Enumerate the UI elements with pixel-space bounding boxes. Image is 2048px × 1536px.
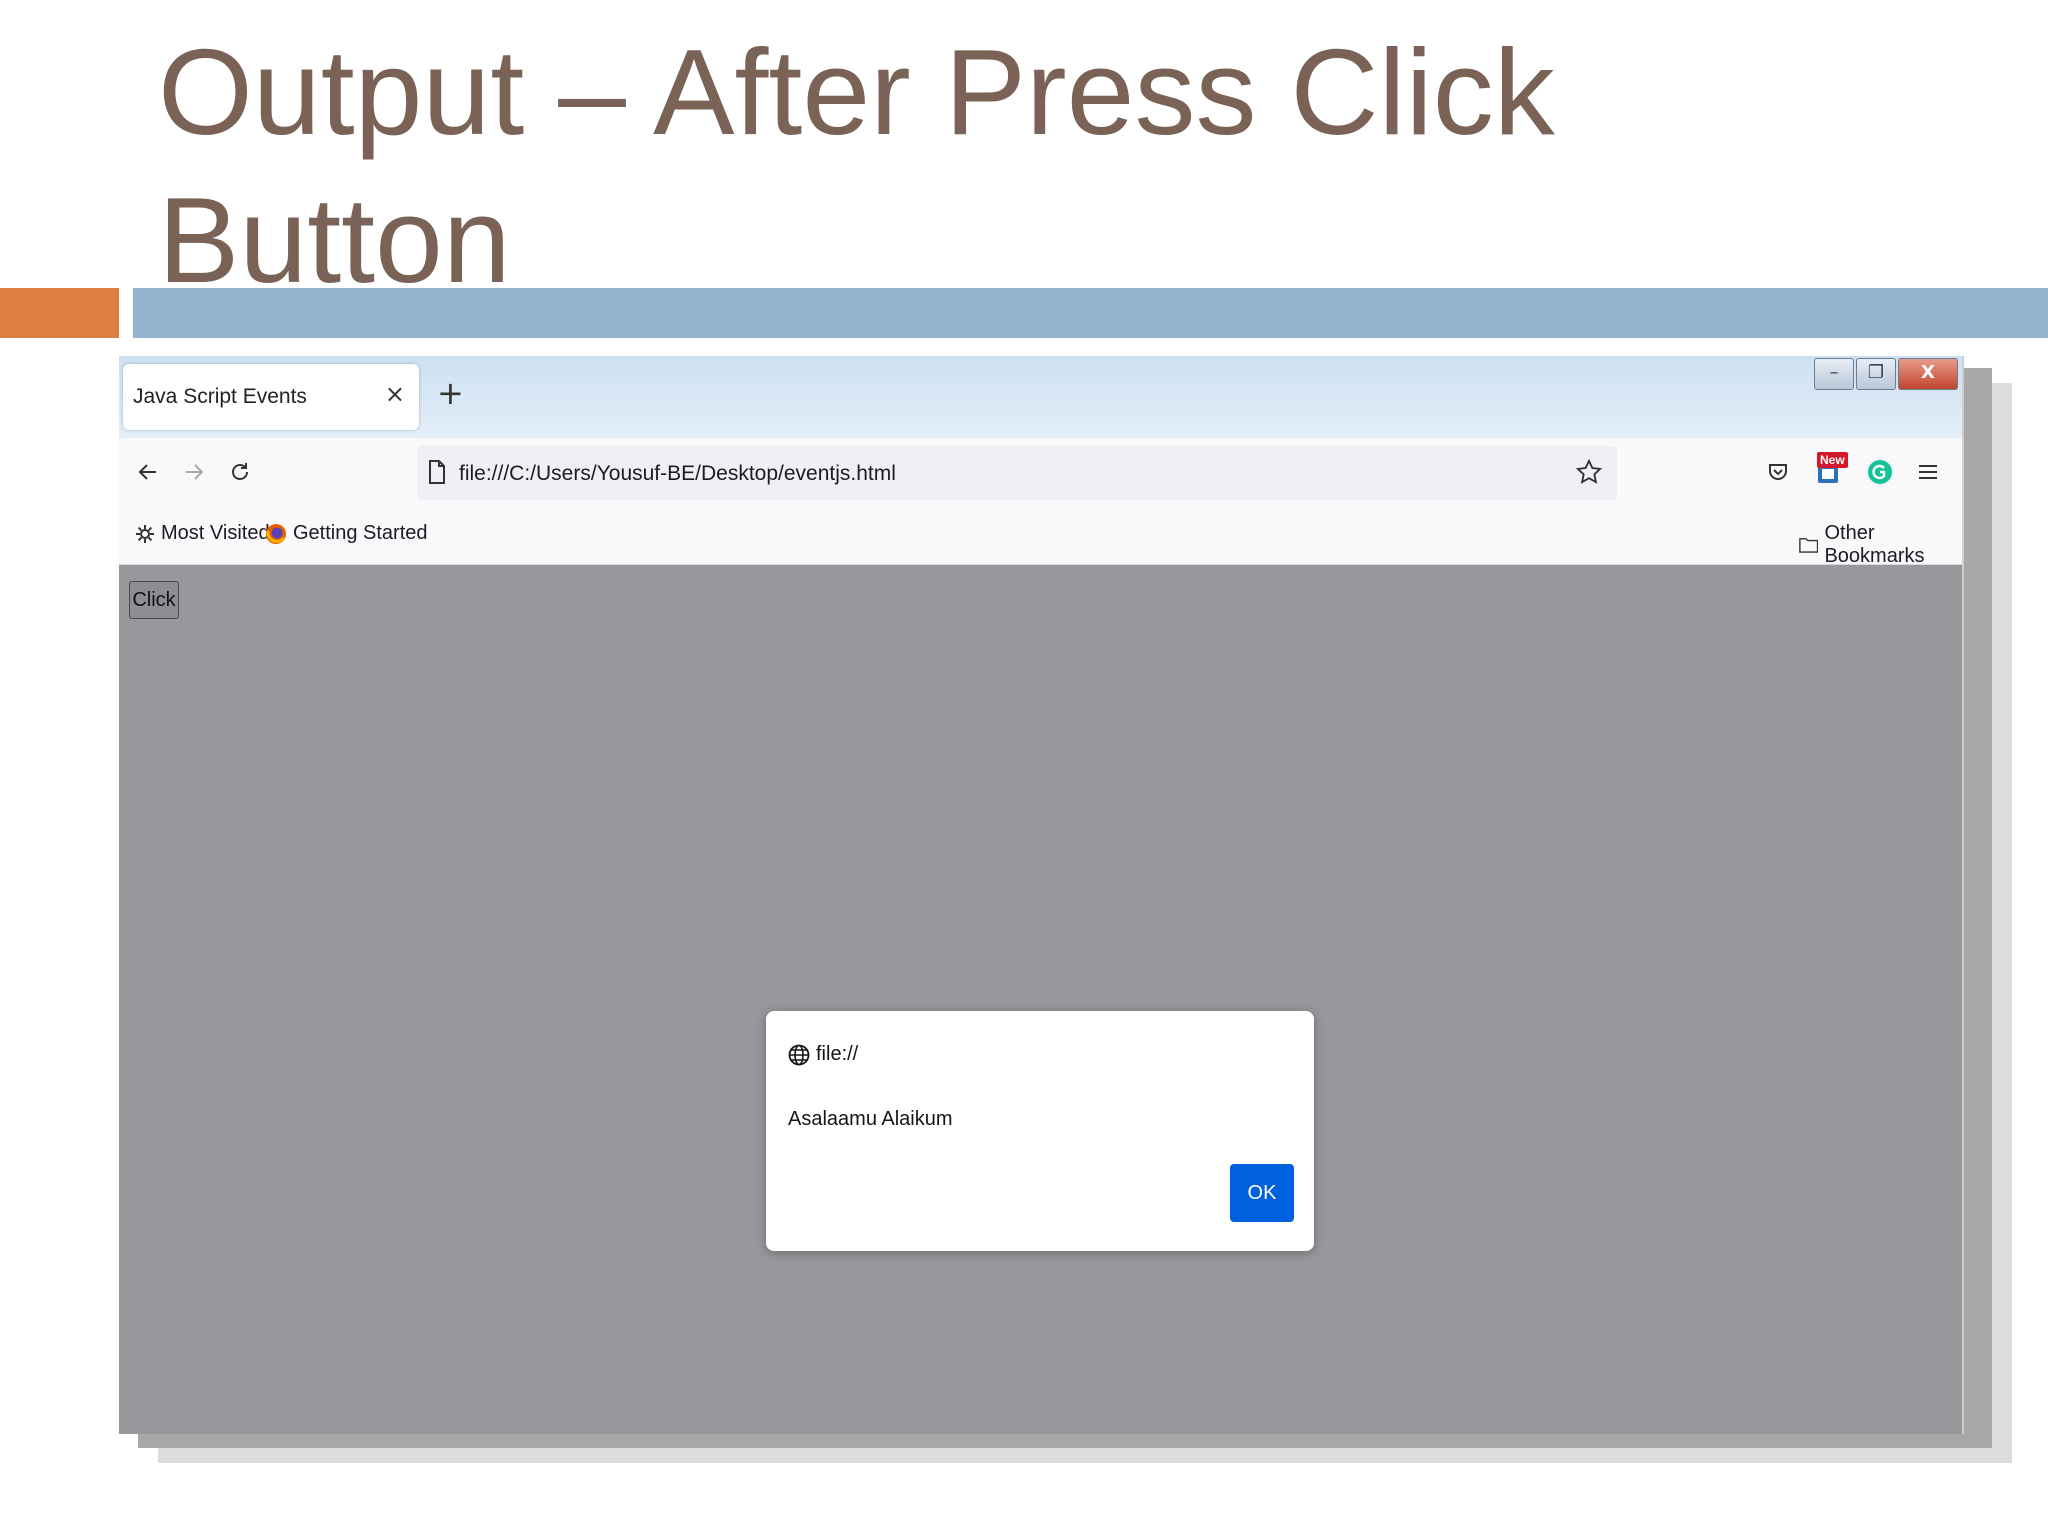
extension-button[interactable]: New	[1811, 452, 1848, 492]
bookmark-other-bookmarks[interactable]: Other Bookmarks	[1799, 522, 1962, 568]
bookmark-label: Getting Started	[293, 522, 428, 544]
new-tab-button[interactable]: +	[437, 376, 464, 410]
dialog-origin-text: file://	[816, 1043, 859, 1065]
alert-dialog: file:// Asalaamu Alaikum OK	[766, 1011, 1314, 1251]
gear-icon	[136, 524, 154, 543]
slide-title: Output – After Press Click Button	[158, 24, 1555, 308]
arrow-left-icon	[138, 464, 156, 480]
tab-title: Java Script Events	[133, 385, 307, 408]
menu-button[interactable]	[1911, 452, 1945, 492]
click-button[interactable]: Click	[129, 581, 179, 619]
close-window-button[interactable]: X	[1898, 358, 1958, 390]
menu-icon	[1919, 465, 1937, 479]
bookmark-most-visited[interactable]: Most Visited	[135, 522, 270, 545]
firefox-icon	[266, 523, 286, 544]
pocket-icon	[1769, 464, 1787, 480]
globe-icon	[788, 1044, 810, 1065]
new-badge: New	[1817, 452, 1848, 468]
reload-button[interactable]	[223, 452, 257, 492]
bookmark-label: Other Bookmarks	[1824, 522, 1925, 567]
minimize-button[interactable]: –	[1814, 358, 1854, 390]
tab-close-icon[interactable]: ×	[385, 380, 405, 408]
dialog-origin: file://	[788, 1043, 858, 1066]
browser-window: – ❐ X Java Script Events × + file:///C:/…	[119, 356, 1964, 1434]
pocket-button[interactable]	[1761, 452, 1795, 492]
accent-bar-blue	[133, 288, 2048, 338]
arrow-right-icon	[186, 464, 204, 480]
bookmarks-toolbar: Most Visited Getting Started Other Bookm…	[119, 508, 1962, 568]
window-controls: – ❐ X	[1814, 358, 1958, 390]
ok-button[interactable]: OK	[1230, 1164, 1294, 1222]
bookmark-star-icon[interactable]	[1575, 458, 1603, 486]
page-icon	[429, 460, 445, 484]
grammarly-icon	[1868, 460, 1892, 484]
title-bar: – ❐ X Java Script Events × +	[119, 356, 1962, 438]
folder-icon	[1799, 538, 1819, 553]
bookmark-getting-started[interactable]: Getting Started	[265, 522, 428, 545]
restore-button[interactable]: ❐	[1856, 358, 1896, 390]
url-text: file:///C:/Users/Yousuf-BE/Desktop/event…	[459, 462, 896, 485]
back-button[interactable]	[131, 452, 165, 492]
forward-button[interactable]	[177, 452, 211, 492]
navigation-toolbar: file:///C:/Users/Yousuf-BE/Desktop/event…	[119, 438, 1962, 508]
dialog-message: Asalaamu Alaikum	[788, 1108, 953, 1130]
address-bar[interactable]: file:///C:/Users/Yousuf-BE/Desktop/event…	[417, 446, 1617, 500]
accent-bar-orange	[0, 288, 119, 338]
grammarly-button[interactable]	[1863, 452, 1897, 492]
reload-icon	[232, 463, 248, 480]
bookmark-label: Most Visited	[161, 522, 270, 544]
tab-java-script-events[interactable]: Java Script Events ×	[123, 364, 419, 430]
page-content: Click file:// Asalaamu Alaikum OK	[119, 565, 1962, 1434]
